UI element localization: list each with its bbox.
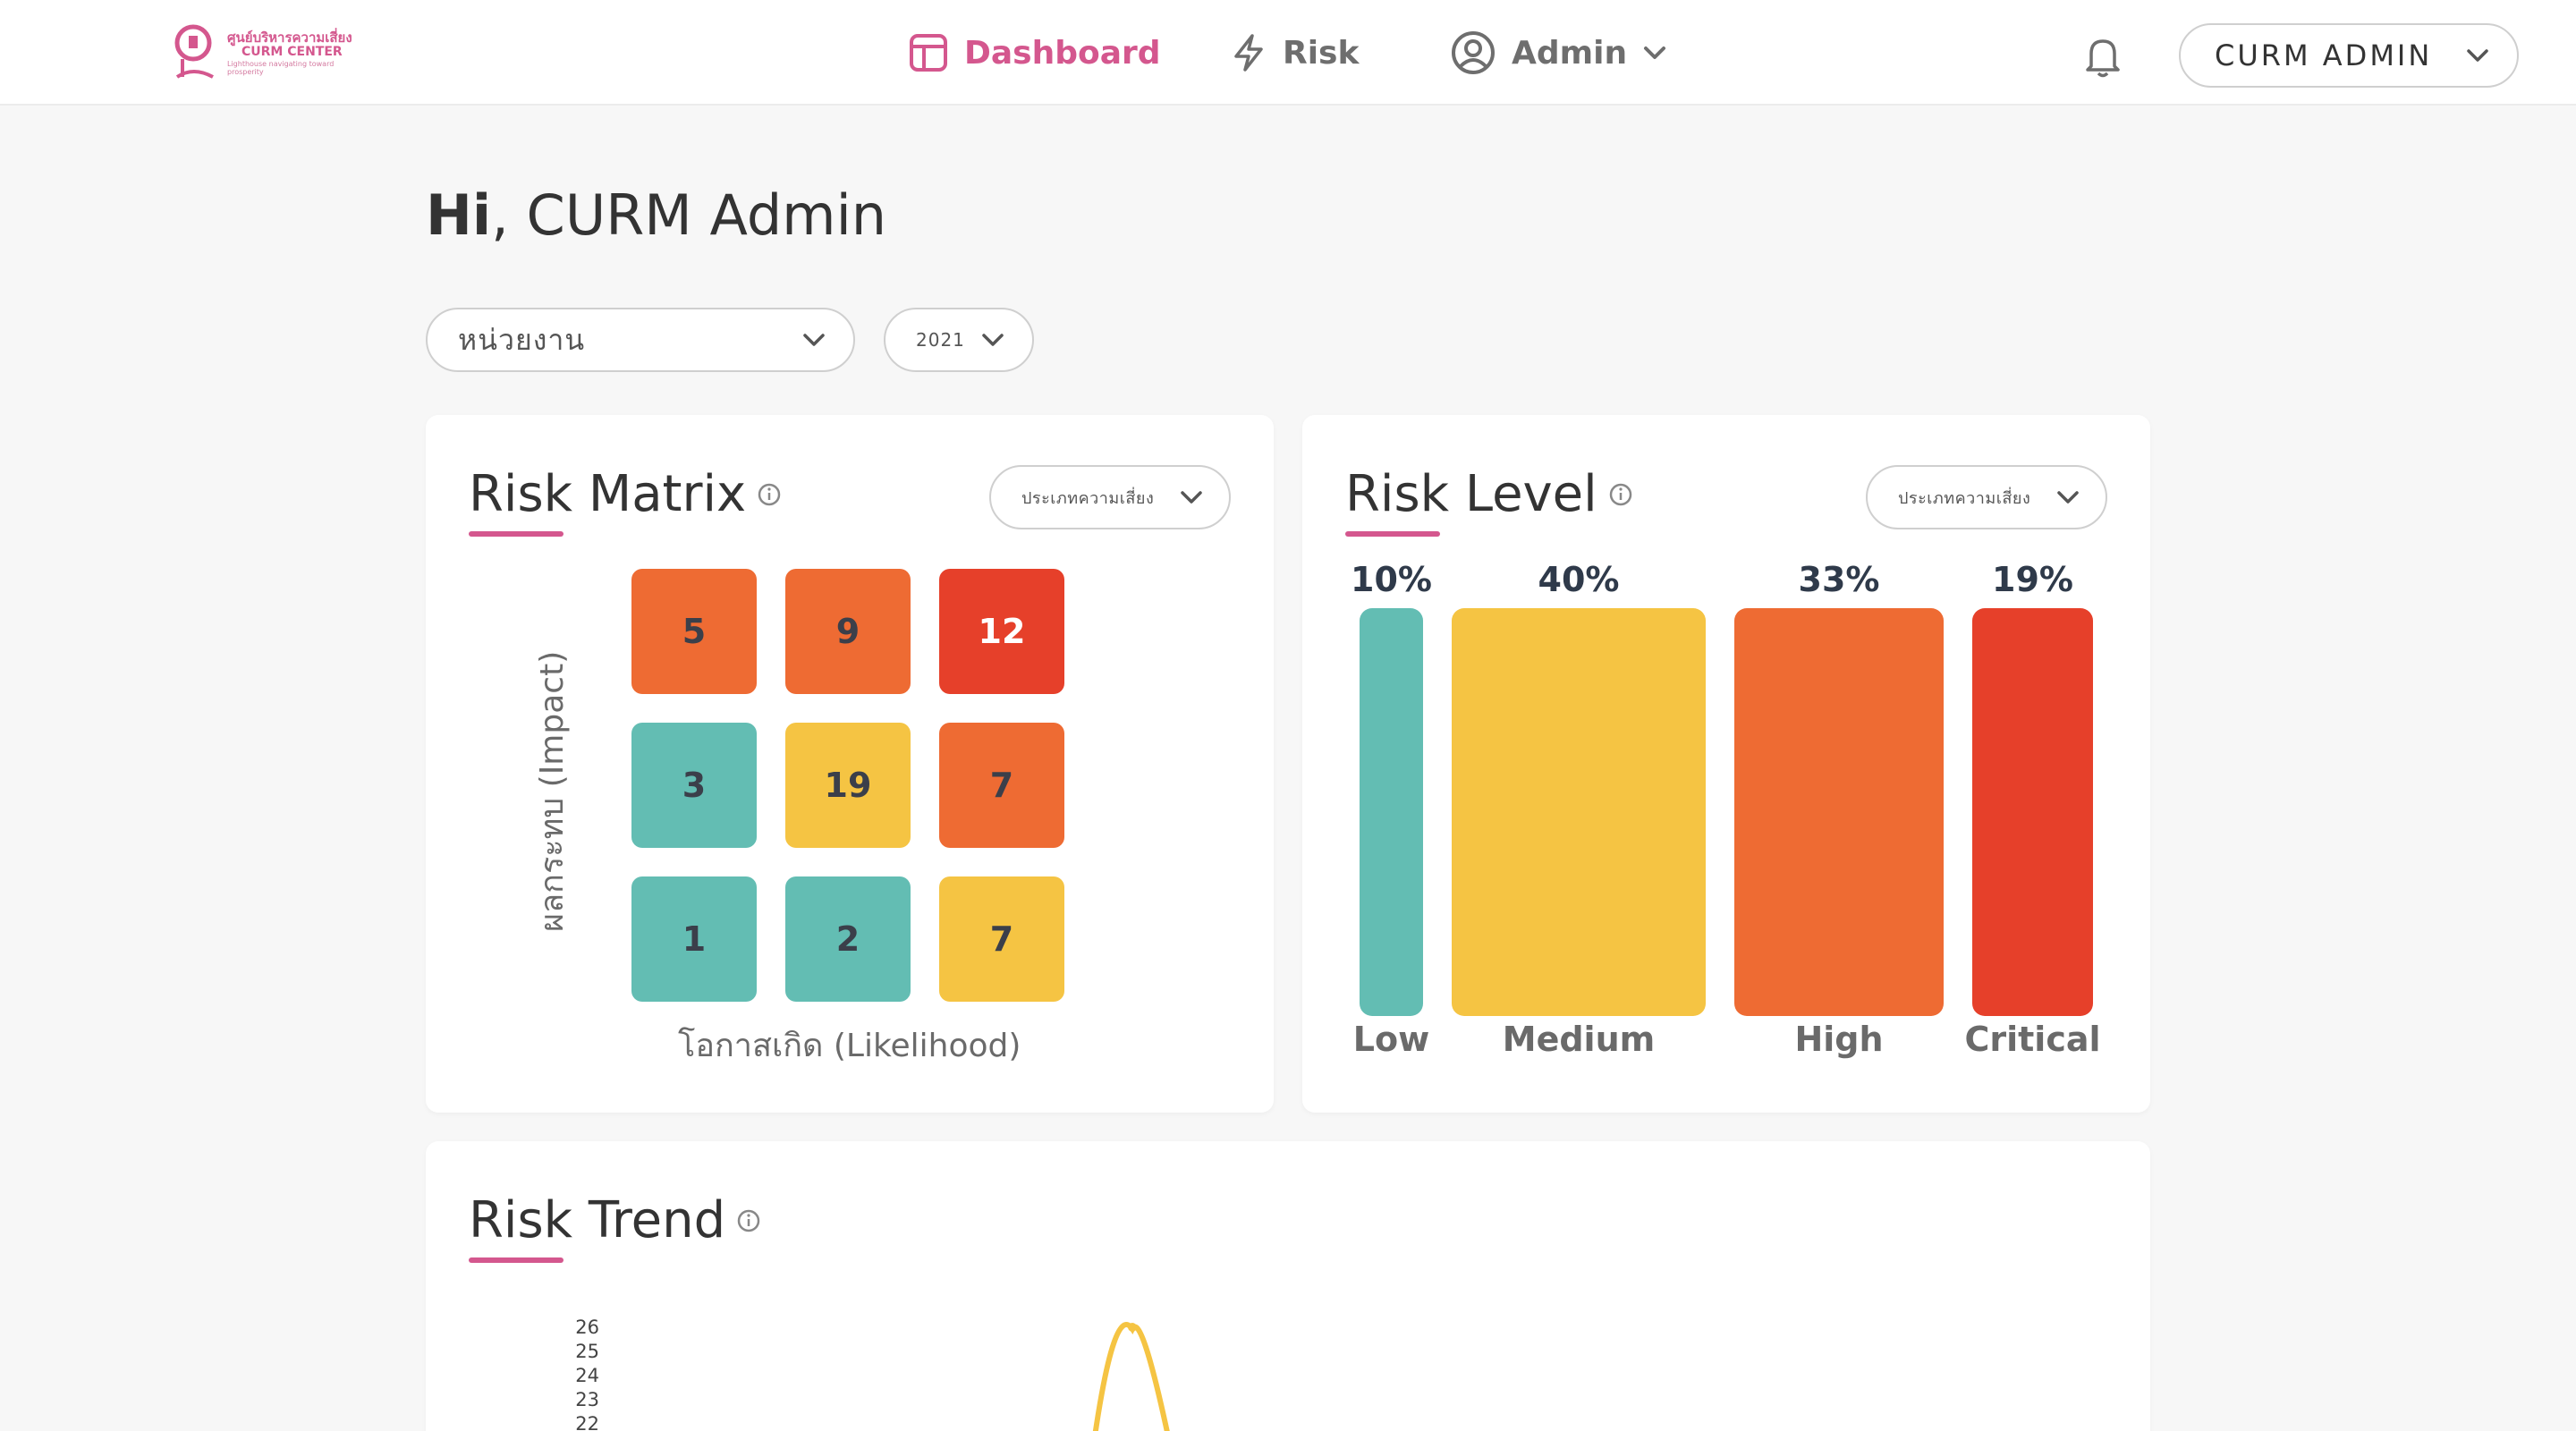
risk-type-select[interactable]: ประเภทความเสี่ยง	[1866, 465, 2107, 529]
risk-matrix-card: Risk Matrix ประเภทความเสี่ยง ผลกระทบ (Im…	[426, 415, 1274, 1113]
risk-type-select-value: ประเภทความเสี่ยง	[1898, 488, 2031, 508]
top-navigation-bar: ศูนย์บริหารความเสี่ยง CURM CENTER Lighth…	[0, 0, 2576, 106]
risk-level-label: Critical	[1964, 1020, 2101, 1059]
department-select-value: หน่วยงาน	[458, 322, 586, 357]
matrix-cell[interactable]: 12	[939, 569, 1064, 694]
nav-admin-label: Admin	[1512, 34, 1628, 72]
likelihood-axis-label: โอกาสเกิด (Likelihood)	[678, 1028, 1021, 1064]
trend-line-chart	[1092, 1322, 1170, 1431]
matrix-cell[interactable]: 1	[631, 876, 757, 1002]
risk-level-bar-critical[interactable]	[1972, 608, 2093, 1016]
trend-peak-point	[1128, 1323, 1137, 1332]
title-underline	[469, 531, 564, 537]
matrix-cell[interactable]: 9	[785, 569, 911, 694]
logo-tagline: Lighthouse navigating toward prosperity	[227, 59, 335, 76]
lightning-icon	[1234, 34, 1263, 72]
risk-level-percent: 33%	[1798, 560, 1880, 599]
layout-icon	[910, 34, 947, 72]
greeting-hi: Hi	[426, 182, 492, 248]
risk-matrix-title: Risk Matrix	[469, 465, 782, 523]
risk-level-card: Risk Level ประเภทความเสี่ยง 10% Low 40% Med…	[1302, 415, 2150, 1113]
risk-level-percent: 40%	[1538, 560, 1620, 599]
chevron-down-icon	[2057, 491, 2079, 504]
logo-thai-name: ศูนย์บริหารความเสี่ยง	[227, 30, 352, 46]
risk-trend-card: Risk Trend 26 25 24 23 22	[426, 1141, 2150, 1431]
info-icon[interactable]	[1608, 482, 1633, 507]
risk-type-select[interactable]: ประเภทความเสี่ยง	[989, 465, 1231, 529]
title-underline	[1345, 531, 1440, 537]
greeting-heading: Hi, CURM Admin	[426, 182, 886, 248]
chevron-down-icon	[1181, 491, 1202, 504]
user-menu-dropdown[interactable]: CURM ADMIN	[2179, 23, 2519, 88]
impact-axis-label: ผลกระทบ (Impact)	[534, 650, 571, 932]
year-select-value: 2021	[916, 329, 965, 351]
matrix-cell[interactable]: 5	[631, 569, 757, 694]
lighthouse-logo-icon	[174, 24, 214, 79]
matrix-cell[interactable]: 7	[939, 876, 1064, 1002]
chevron-down-icon	[803, 334, 825, 346]
nav-risk-label: Risk	[1283, 34, 1360, 72]
info-icon[interactable]	[757, 482, 782, 507]
nav-risk[interactable]: Risk	[1231, 25, 1359, 80]
department-select[interactable]: หน่วยงาน	[426, 308, 855, 372]
nav-dashboard-label: Dashboard	[964, 34, 1161, 72]
trend-series-line	[1092, 1322, 1170, 1431]
chevron-down-icon	[982, 334, 1004, 346]
year-select[interactable]: 2021	[884, 308, 1034, 372]
bell-icon[interactable]	[2080, 34, 2125, 79]
risk-level-title: Risk Level	[1345, 465, 1633, 523]
matrix-cell[interactable]: 19	[785, 723, 911, 848]
risk-level-bar-high[interactable]	[1734, 608, 1944, 1016]
risk-level-bar-medium[interactable]	[1452, 608, 1706, 1016]
matrix-cell[interactable]: 3	[631, 723, 757, 848]
risk-type-select-value: ประเภทความเสี่ยง	[1021, 488, 1155, 508]
risk-level-label: Medium	[1502, 1020, 1656, 1059]
user-menu-label: CURM ADMIN	[2215, 38, 2433, 72]
curm-logo[interactable]: ศูนย์บริหารความเสี่ยง CURM CENTER Lighth…	[172, 23, 360, 86]
greeting-name: , CURM Admin	[491, 182, 887, 248]
user-circle-icon	[1452, 31, 1495, 74]
risk-matrix-title-text: Risk Matrix	[469, 465, 747, 523]
risk-level-title-text: Risk Level	[1345, 465, 1597, 523]
nav-dashboard[interactable]: Dashboard	[909, 25, 1161, 80]
chevron-down-icon	[1644, 47, 1666, 59]
risk-level-percent: 19%	[1992, 560, 2073, 599]
matrix-cell[interactable]: 2	[785, 876, 911, 1002]
logo-text: ศูนย์บริหารความเสี่ยง CURM CENTER Lighth…	[227, 30, 360, 76]
risk-level-bar-low[interactable]	[1360, 608, 1423, 1016]
matrix-cell[interactable]: 7	[939, 723, 1064, 848]
logo-english-name: CURM CENTER	[242, 44, 343, 59]
chevron-down-icon	[2467, 49, 2488, 62]
nav-admin[interactable]: Admin	[1451, 25, 1666, 80]
